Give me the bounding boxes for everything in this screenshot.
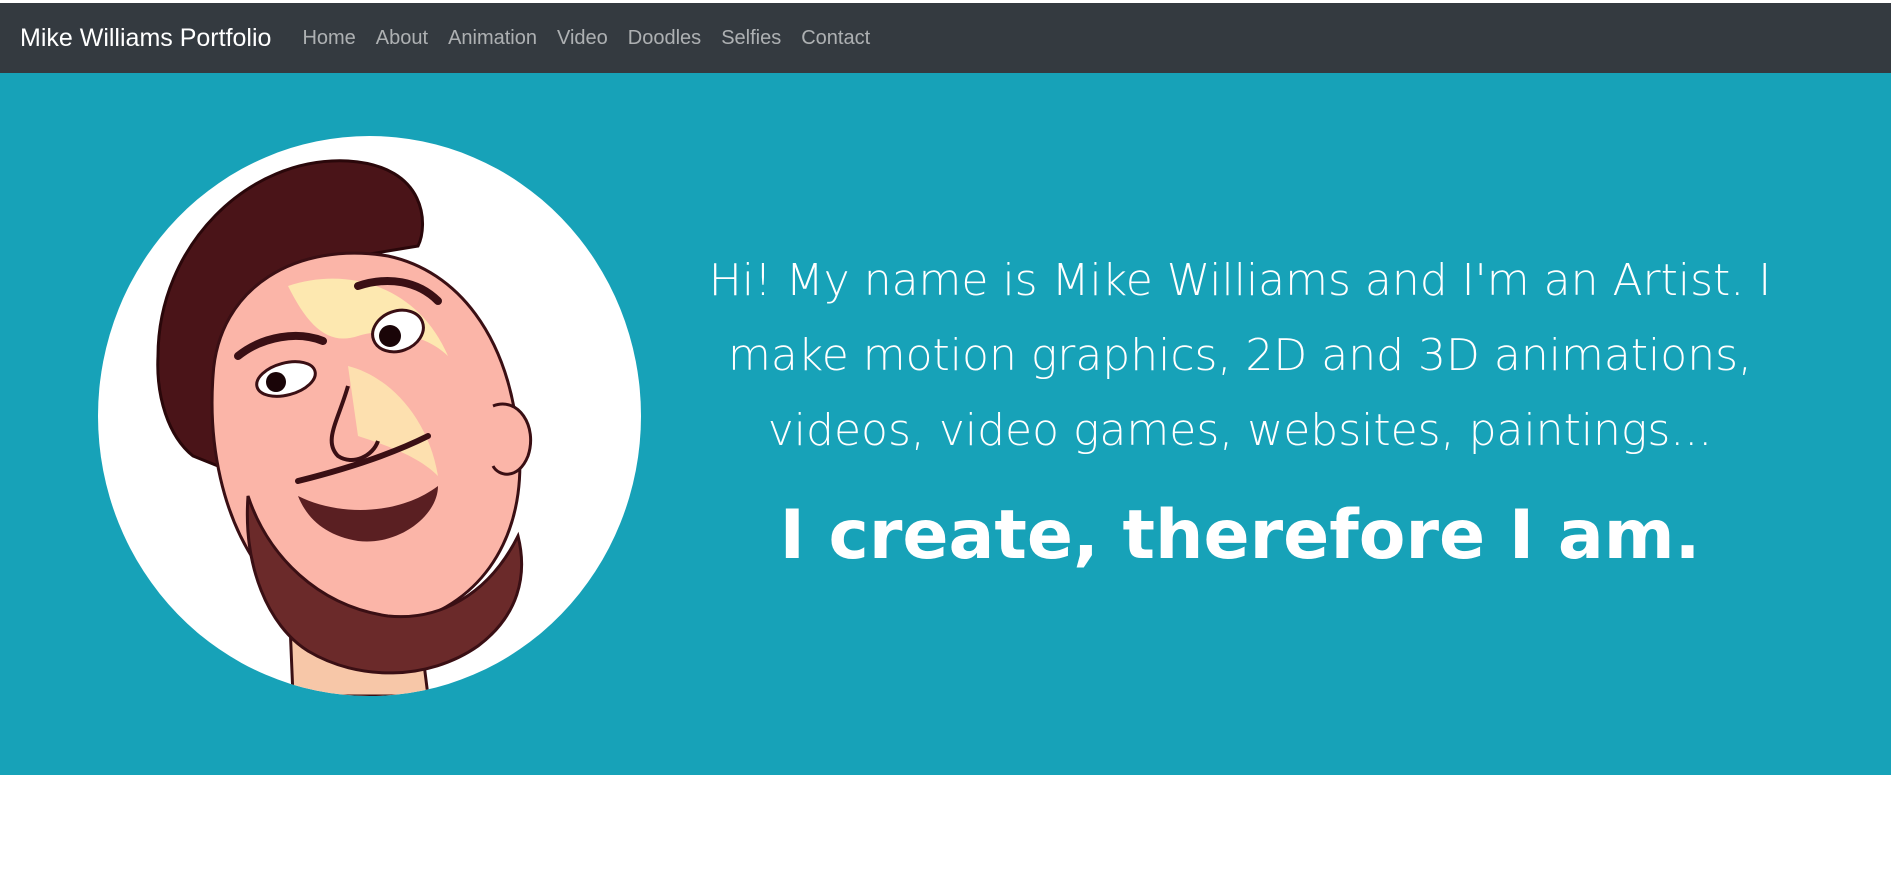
nav-link-home[interactable]: Home: [292, 27, 365, 49]
navbar: Mike Williams Portfolio Home About Anima…: [0, 3, 1891, 73]
brand-link[interactable]: Mike Williams Portfolio: [20, 24, 271, 53]
motto-heading: I create, therefore I am.: [779, 496, 1701, 575]
nav-link-animation[interactable]: Animation: [438, 27, 547, 49]
nav-item-selfies: Selfies: [711, 27, 791, 50]
avatar: [98, 136, 641, 696]
nav-item-doodles: Doodles: [618, 27, 711, 50]
nav-item-about: About: [366, 27, 438, 50]
nav-link-video[interactable]: Video: [547, 27, 618, 49]
nav-link-about[interactable]: About: [366, 27, 438, 49]
caricature-portrait-icon: [156, 159, 533, 696]
hero-text: Hi! My name is Mike Williams and I'm an …: [690, 243, 1790, 576]
nav-menu: Home About Animation Video Doodles Selfi…: [292, 27, 880, 50]
nav-item-video: Video: [547, 27, 618, 50]
nav-item-animation: Animation: [438, 27, 547, 50]
hero-section: Hi! My name is Mike Williams and I'm an …: [0, 73, 1891, 775]
nav-link-selfies[interactable]: Selfies: [711, 27, 791, 49]
nav-item-contact: Contact: [791, 27, 880, 50]
intro-text: Hi! My name is Mike Williams and I'm an …: [708, 255, 1772, 456]
nav-link-contact[interactable]: Contact: [791, 27, 880, 49]
nav-link-doodles[interactable]: Doodles: [618, 27, 711, 49]
nav-item-home: Home: [292, 27, 365, 50]
